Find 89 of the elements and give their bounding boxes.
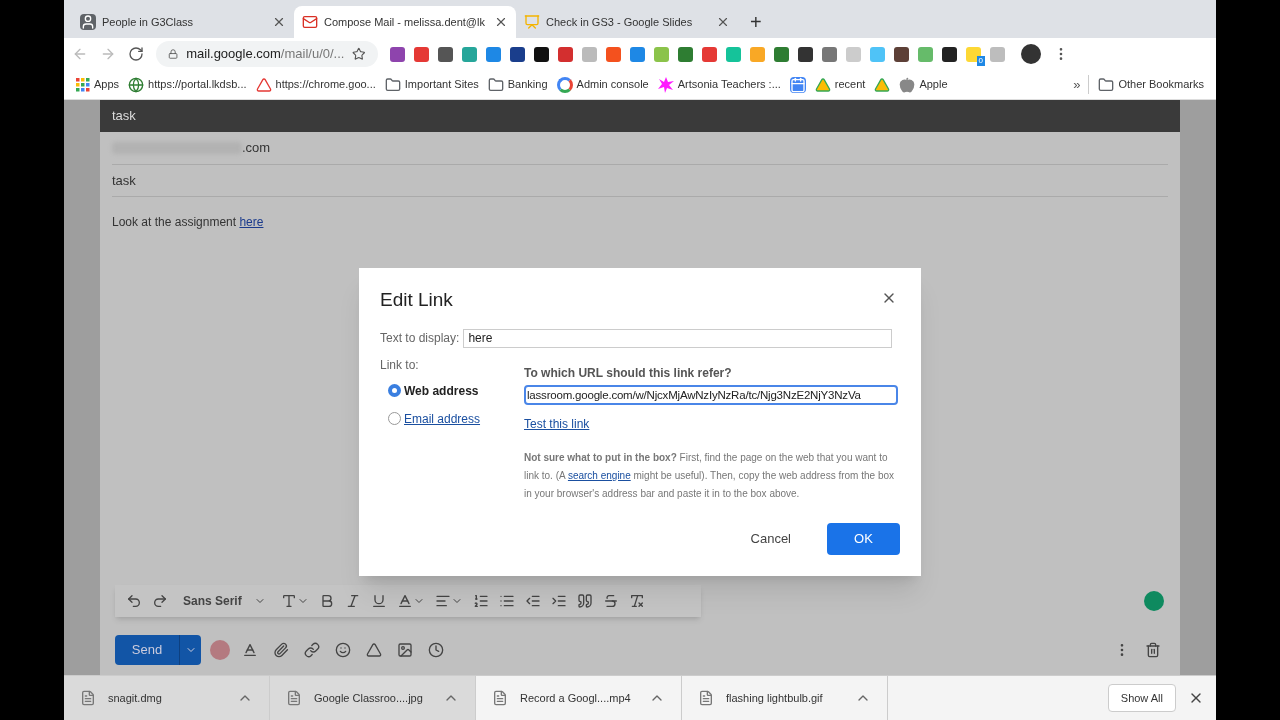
tab-title: Check in GS3 - Google Slides — [546, 14, 694, 30]
ok-button[interactable]: OK — [827, 523, 900, 555]
font-dropdown[interactable]: Sans Serif — [175, 587, 274, 615]
radio-button[interactable] — [388, 412, 401, 425]
browser-tab[interactable]: Compose Mail - melissa.dent@lk — [294, 6, 516, 38]
radio-label[interactable]: Email address — [404, 409, 481, 428]
field-label: Text to display: — [380, 330, 460, 347]
close-icon[interactable] — [272, 15, 286, 29]
file-name: Record a Googl....mp4 — [520, 690, 632, 706]
file-icon — [80, 690, 96, 706]
file-name: snagit.dmg — [108, 690, 163, 706]
contacts-icon — [80, 14, 96, 30]
extension-icon[interactable] — [942, 46, 957, 62]
search-engine-link[interactable]: search engine — [567, 469, 631, 481]
radio-button[interactable] — [388, 384, 401, 397]
download-item[interactable]: flashing lightbulb.gif — [682, 676, 888, 720]
recipient-text: .com — [242, 139, 271, 158]
close-icon[interactable] — [716, 15, 730, 29]
extension-icon[interactable] — [510, 46, 525, 62]
extension-icon[interactable] — [894, 46, 909, 62]
bookmark[interactable] — [874, 76, 891, 93]
file-icon — [286, 690, 302, 706]
folder-icon — [487, 76, 504, 93]
tab-title: Compose Mail - melissa.dent@lk — [324, 14, 486, 30]
file-name: Google Classroo....jpg — [314, 690, 424, 706]
download-item[interactable]: snagit.dmg — [64, 676, 270, 720]
slides-icon — [524, 14, 540, 30]
globe-icon — [128, 76, 145, 93]
extension-icon[interactable] — [438, 46, 453, 62]
text-color-icon — [396, 593, 413, 609]
help-text: Not sure what to put in the box? First, find the page on the web that you want to link to. (A search engine might be useful). Then, copy the web address from the box in your browser's address bar and paste it in to the box above. — [524, 450, 896, 501]
align-icon — [434, 593, 451, 609]
body-link[interactable]: here — [239, 215, 264, 229]
apple-icon — [899, 76, 916, 93]
compose-title: task — [112, 107, 136, 126]
file-icon — [492, 690, 508, 706]
url-field[interactable]: lassroom.google.com/w/NjcxMjAwNzIyNzRa/tc/Njg3NzE2NjY3NzVa — [524, 384, 898, 405]
folder-icon — [384, 76, 401, 93]
bookmark[interactable] — [789, 76, 806, 93]
profile-avatar[interactable] — [1021, 44, 1041, 64]
close-icon[interactable] — [494, 15, 508, 29]
radio-label[interactable]: Web address — [404, 381, 479, 400]
file-icon — [698, 690, 714, 706]
send-options-button[interactable] — [179, 635, 201, 665]
bookmark[interactable]: https://portal.lkdsb... — [128, 76, 247, 93]
calendar-icon — [789, 76, 806, 93]
folder-icon — [1098, 76, 1115, 93]
new-tab-button[interactable]: + — [738, 6, 774, 38]
star-icon[interactable] — [352, 46, 366, 62]
text-size-icon — [280, 593, 297, 609]
cancel-button[interactable]: Cancel — [738, 523, 803, 555]
google-icon — [556, 76, 573, 93]
subject-text: task — [112, 171, 136, 190]
bookmark[interactable]: Banking — [487, 76, 548, 93]
bookmark[interactable]: Artsonia Teachers :... — [657, 76, 781, 93]
reload-icon[interactable] — [128, 46, 144, 62]
mail-icon — [302, 14, 318, 30]
bookmark[interactable]: Admin console — [556, 76, 649, 93]
apps-grid-icon — [76, 77, 90, 92]
address-bar[interactable]: mail.google.com/mail/u/0/... — [156, 41, 378, 67]
download-item[interactable]: Record a Googl....mp4 — [476, 676, 682, 720]
tab-title: People in G3Class — [102, 14, 195, 30]
show-all-button[interactable]: Show All — [1107, 684, 1176, 712]
triangle-icon — [255, 76, 272, 93]
splat-icon — [657, 76, 674, 93]
extension-badge: 0 — [976, 55, 985, 66]
display-text-field[interactable]: here — [463, 328, 893, 348]
extension-icon[interactable] — [798, 46, 813, 62]
file-name: flashing lightbulb.gif — [726, 690, 824, 706]
bookmark[interactable]: recent — [814, 76, 866, 93]
lock-icon — [168, 48, 179, 60]
bookmark[interactable]: Important Sites — [384, 76, 479, 93]
drive-icon — [874, 76, 891, 93]
avatar-icon — [210, 640, 230, 660]
drive-icon — [814, 76, 831, 93]
bookmark[interactable]: Apps — [76, 76, 120, 93]
test-link[interactable]: Test this link — [524, 414, 590, 433]
bookmark[interactable]: Apple — [899, 76, 948, 93]
bookmarks-overflow-button[interactable]: » — [1073, 74, 1090, 95]
download-item[interactable]: Google Classroo....jpg — [270, 676, 476, 720]
url-text: mail.google.com/mail/u/0/... — [186, 45, 345, 64]
body-text: Look at the assignment here — [112, 215, 264, 229]
dialog-title: Edit Link — [380, 288, 453, 312]
send-button[interactable]: Send — [115, 635, 179, 665]
link-to-label: Link to: — [380, 356, 420, 374]
extension-icon[interactable] — [534, 46, 549, 62]
bookmark[interactable]: https://chrome.goo... — [255, 76, 376, 93]
bookmark[interactable]: Other Bookmarks — [1098, 76, 1204, 93]
url-label: To which URL should this link refer? — [524, 364, 733, 382]
